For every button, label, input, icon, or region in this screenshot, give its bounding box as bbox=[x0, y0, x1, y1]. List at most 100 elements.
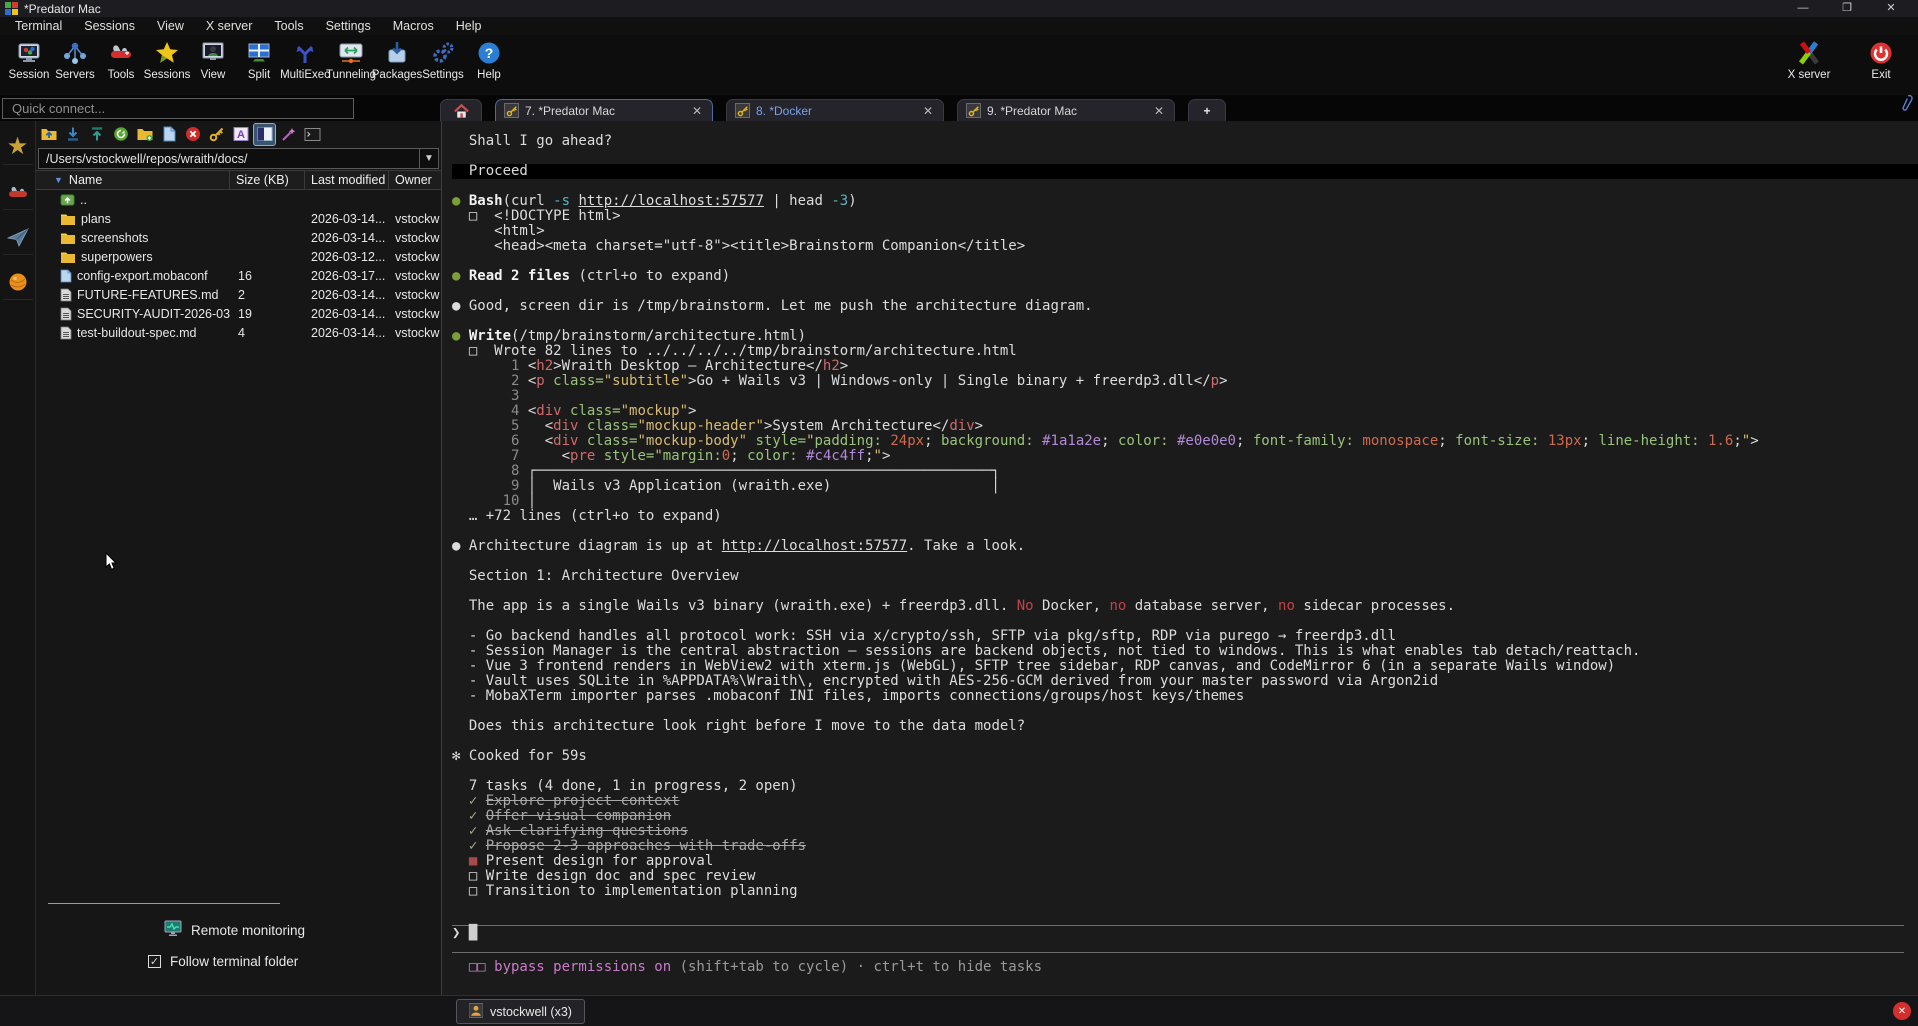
terminal-output[interactable]: Shall I go ahead? Proceed ● Bash(curl -s… bbox=[441, 121, 1918, 995]
terminal-text-segment: 24px bbox=[882, 433, 924, 449]
terminal-text-segment: - Session Manager is the central abstrac… bbox=[452, 643, 1640, 659]
strip-button-tools-knife-icon[interactable] bbox=[3, 174, 33, 210]
table-row[interactable]: FUTURE-FEATURES.md 2 2026-03-14... vstoc… bbox=[36, 285, 441, 304]
tab-close-icon[interactable]: ✕ bbox=[690, 104, 704, 118]
terminal-text-segment: . Take a look. bbox=[907, 538, 1025, 554]
terminal-text-segment: > bbox=[553, 358, 561, 374]
toolbar-button-tools[interactable]: Tools bbox=[98, 38, 144, 81]
toolbar-button-session[interactable]: Session bbox=[6, 38, 52, 81]
strip-button-network-globe-icon[interactable] bbox=[3, 264, 33, 300]
tab-close-icon[interactable]: ✕ bbox=[1152, 104, 1166, 118]
menu-item-sessions[interactable]: Sessions bbox=[84, 19, 135, 33]
checkbox-checked-icon[interactable]: ✓ bbox=[148, 955, 161, 968]
terminal-line bbox=[452, 254, 1918, 269]
close-button[interactable]: ✕ bbox=[1869, 0, 1913, 17]
rename-icon: A bbox=[233, 126, 249, 142]
terminal-line bbox=[452, 284, 1918, 299]
tab-session-3[interactable]: 9. *Predator Mac ✕ bbox=[957, 99, 1175, 121]
terminal-text-segment: - Vault uses SQLite in %APPDATA%\Wraith\… bbox=[452, 673, 1438, 689]
upload-button[interactable] bbox=[86, 124, 107, 145]
delete-icon bbox=[185, 126, 201, 142]
local-terminal-button[interactable] bbox=[302, 124, 323, 145]
tab-home[interactable] bbox=[440, 99, 482, 121]
session-statusbar-tab[interactable]: vstockwell (x3) bbox=[456, 999, 585, 1024]
toolbar-button-help[interactable]: ?Help bbox=[466, 38, 512, 81]
statusbar-close-button[interactable]: ✕ bbox=[1893, 1002, 1911, 1020]
terminal-text-segment: ; bbox=[1438, 433, 1455, 449]
toolbar-button-sessions[interactable]: Sessions bbox=[144, 38, 190, 81]
local-terminal-icon bbox=[304, 127, 321, 142]
tab-label: 8. *Docker bbox=[756, 104, 921, 118]
panel-toggle-button[interactable] bbox=[254, 124, 275, 145]
toolbar-button-settings[interactable]: Settings bbox=[420, 38, 466, 81]
table-row[interactable]: test-buildout-spec.md 4 2026-03-14... vs… bbox=[36, 323, 441, 342]
terminal-line bbox=[452, 734, 1918, 749]
toolbar-button-exit[interactable]: Exit bbox=[1858, 38, 1904, 81]
menu-item-x-server[interactable]: X server bbox=[206, 19, 253, 33]
new-file-button[interactable] bbox=[158, 124, 179, 145]
column-header-owner[interactable]: Owner bbox=[389, 171, 441, 189]
tab-session-1[interactable]: 7. *Predator Mac ✕ bbox=[495, 99, 713, 121]
minimize-button[interactable]: — bbox=[1781, 0, 1825, 17]
attachment-paperclip-icon[interactable] bbox=[1897, 94, 1913, 119]
menu-item-view[interactable]: View bbox=[157, 19, 184, 33]
terminal-text-segment: no bbox=[1109, 598, 1126, 614]
toolbar-button-servers[interactable]: Servers bbox=[52, 38, 98, 81]
rename-button[interactable]: A bbox=[230, 124, 251, 145]
maximize-button[interactable]: ❐ bbox=[1825, 0, 1869, 17]
follow-terminal-folder-toggle[interactable]: ✓ Follow terminal folder bbox=[148, 954, 441, 969]
file-size: 16 bbox=[230, 269, 305, 283]
terminal-text-segment: Go + Wails v3 | Windows-only | Single bi… bbox=[696, 373, 1193, 389]
terminal-status-line: □□ bypass permissions on (shift+tab to c… bbox=[452, 960, 1918, 975]
tab-close-icon[interactable]: ✕ bbox=[921, 104, 935, 118]
file-modified: 2026-03-14... bbox=[305, 307, 389, 321]
download-button[interactable] bbox=[62, 124, 83, 145]
terminal-line: ❯ █ bbox=[452, 926, 1918, 941]
tab-new-button[interactable]: + bbox=[1188, 99, 1226, 121]
conf-file-icon bbox=[60, 269, 72, 283]
terminal-line: 5 <div class="mockup-header">System Arch… bbox=[452, 419, 1918, 434]
menu-item-help[interactable]: Help bbox=[456, 19, 482, 33]
remote-monitoring-button[interactable]: Remote monitoring bbox=[164, 920, 441, 940]
quick-connect-input[interactable]: Quick connect... bbox=[2, 98, 354, 119]
column-header-name[interactable]: ▼Name bbox=[36, 171, 230, 189]
toolbar-button-x-server[interactable]: X server bbox=[1786, 38, 1832, 81]
path-bar[interactable]: /Users/vstockwell/repos/wraith/docs/ ▼ bbox=[38, 148, 439, 169]
new-folder-button[interactable] bbox=[134, 124, 155, 145]
parent-folder-button[interactable] bbox=[38, 124, 59, 145]
terminal-line bbox=[452, 704, 1918, 719]
terminal-text-segment: ; bbox=[730, 448, 747, 464]
tab-session-2[interactable]: 8. *Docker ✕ bbox=[726, 99, 944, 121]
table-row[interactable]: plans 2026-03-14... vstockw bbox=[36, 209, 441, 228]
terminal-text-segment: ; bbox=[1101, 433, 1118, 449]
menu-item-macros[interactable]: Macros bbox=[393, 19, 434, 33]
toolbar-button-view[interactable]: View bbox=[190, 38, 236, 81]
toolbar-button-tunneling[interactable]: Tunneling bbox=[328, 38, 374, 81]
wand-button[interactable] bbox=[278, 124, 299, 145]
menubar: Terminal Sessions View X server Tools Setting… bbox=[0, 17, 1918, 35]
delete-button[interactable] bbox=[182, 124, 203, 145]
terminal-text-segment: < bbox=[528, 433, 553, 449]
path-dropdown-chevron-icon[interactable]: ▼ bbox=[419, 149, 438, 168]
table-row[interactable]: superpowers 2026-03-12... vstockw bbox=[36, 247, 441, 266]
toolbar-button-packages[interactable]: Packages bbox=[374, 38, 420, 81]
refresh-button[interactable] bbox=[110, 124, 131, 145]
menu-item-tools[interactable]: Tools bbox=[274, 19, 303, 33]
terminal-text-segment: padding: bbox=[815, 433, 882, 449]
toolbar-button-split[interactable]: Split bbox=[236, 38, 282, 81]
column-header-last-modified[interactable]: Last modified bbox=[305, 171, 389, 189]
table-row[interactable]: config-export.mobaconf 16 2026-03-17... … bbox=[36, 266, 441, 285]
menu-item-terminal[interactable]: Terminal bbox=[15, 19, 62, 33]
terminal-text-segment: 9 bbox=[452, 478, 528, 494]
key-button[interactable] bbox=[206, 124, 227, 145]
table-row[interactable]: SECURITY-AUDIT-2026-03-1... 19 2026-03-1… bbox=[36, 304, 441, 323]
table-row[interactable]: screenshots 2026-03-14... vstockw bbox=[36, 228, 441, 247]
terminal-text-segment: 2 bbox=[452, 373, 528, 389]
menu-item-settings[interactable]: Settings bbox=[326, 19, 371, 33]
strip-button-macros-plane-icon[interactable] bbox=[3, 219, 33, 255]
table-row[interactable]: .. bbox=[36, 190, 441, 209]
strip-button-favorites-star-icon[interactable]: ★ bbox=[3, 129, 33, 165]
terminal-text-segment: " bbox=[1742, 433, 1750, 449]
column-header-size-kb-[interactable]: Size (KB) bbox=[230, 171, 305, 189]
toolbar-button-multiexec[interactable]: MultiExec bbox=[282, 38, 328, 81]
